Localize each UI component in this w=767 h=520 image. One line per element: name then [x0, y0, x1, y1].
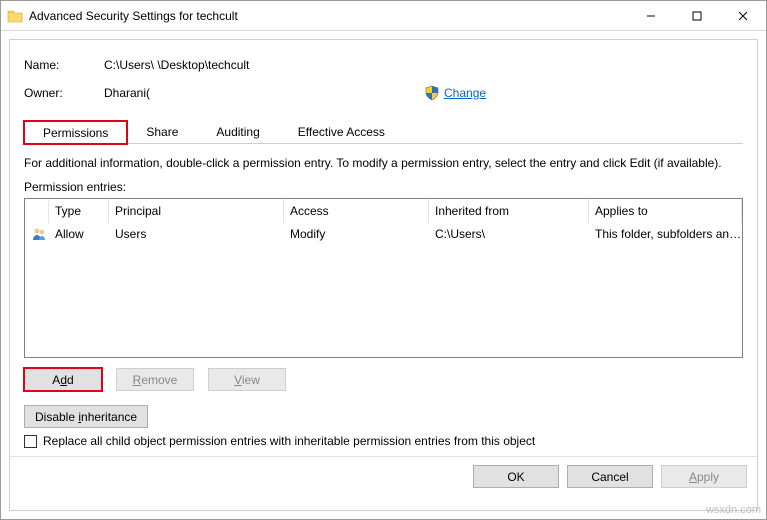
- name-label: Name:: [24, 58, 104, 72]
- window: Advanced Security Settings for techcult …: [0, 0, 767, 520]
- watermark: wsxdn.com: [706, 504, 761, 516]
- col-applies[interactable]: Applies to: [589, 199, 742, 223]
- shield-icon: [424, 85, 440, 101]
- replace-checkbox-row[interactable]: Replace all child object permission entr…: [24, 434, 743, 448]
- replace-checkbox-label: Replace all child object permission entr…: [43, 434, 535, 448]
- col-principal[interactable]: Principal: [109, 199, 284, 223]
- tab-permissions[interactable]: Permissions: [24, 121, 127, 144]
- info-text: For additional information, double-click…: [24, 156, 743, 170]
- tab-share[interactable]: Share: [127, 120, 197, 143]
- add-button[interactable]: Add: [24, 368, 102, 391]
- cell-inherited: C:\Users\: [429, 227, 589, 241]
- disable-inheritance-button[interactable]: Disable inheritance: [24, 405, 148, 428]
- tab-auditing-label: Auditing: [216, 125, 259, 139]
- window-title: Advanced Security Settings for techcult: [29, 9, 628, 23]
- cell-applies: This folder, subfolders and files: [589, 227, 742, 241]
- cancel-button[interactable]: Cancel: [567, 465, 653, 488]
- name-value: C:\Users\ \Desktop\techcult: [104, 58, 249, 72]
- apply-button[interactable]: Apply: [661, 465, 747, 488]
- table-header: Type Principal Access Inherited from App…: [25, 199, 742, 223]
- col-access[interactable]: Access: [284, 199, 429, 223]
- cell-access: Modify: [284, 227, 429, 241]
- folder-icon: [7, 8, 23, 24]
- maximize-button[interactable]: [674, 1, 720, 30]
- col-inherited[interactable]: Inherited from: [429, 199, 589, 223]
- close-button[interactable]: [720, 1, 766, 30]
- owner-label: Owner:: [24, 86, 104, 100]
- cell-type: Allow: [49, 227, 109, 241]
- panel: Name: C:\Users\ \Desktop\techcult Owner:…: [9, 39, 758, 511]
- remove-button[interactable]: Remove: [116, 368, 194, 391]
- disable-inheritance-label: Disable inheritance: [35, 410, 137, 424]
- owner-row: Owner: Dharani( Change: [24, 82, 743, 104]
- ok-button[interactable]: OK: [473, 465, 559, 488]
- dialog-footer: OK Cancel Apply: [10, 456, 757, 496]
- tab-share-label: Share: [146, 125, 178, 139]
- col-type[interactable]: Type: [49, 199, 109, 223]
- tab-auditing[interactable]: Auditing: [197, 120, 278, 143]
- change-owner-link[interactable]: Change: [444, 86, 486, 100]
- tab-permissions-label: Permissions: [43, 126, 108, 140]
- apply-button-label: Apply: [689, 470, 719, 484]
- name-row: Name: C:\Users\ \Desktop\techcult: [24, 54, 743, 76]
- inheritance-row: Disable inheritance: [24, 405, 743, 428]
- remove-button-label: Remove: [133, 373, 178, 387]
- ok-button-label: OK: [507, 470, 524, 484]
- content: Name: C:\Users\ \Desktop\techcult Owner:…: [1, 31, 766, 519]
- owner-value: Dharani(: [104, 86, 424, 100]
- add-button-label: Add: [52, 373, 73, 387]
- tab-effective-label: Effective Access: [298, 125, 385, 139]
- tab-effective-access[interactable]: Effective Access: [279, 120, 404, 143]
- view-button-label: View: [234, 373, 260, 387]
- cancel-button-label: Cancel: [591, 470, 628, 484]
- cell-principal: Users: [109, 227, 284, 241]
- row-buttons: Add Remove View: [24, 368, 743, 391]
- users-icon: [25, 226, 49, 242]
- titlebar: Advanced Security Settings for techcult: [1, 1, 766, 31]
- entries-label: Permission entries:: [24, 180, 743, 194]
- view-button[interactable]: View: [208, 368, 286, 391]
- permission-table[interactable]: Type Principal Access Inherited from App…: [24, 198, 743, 358]
- minimize-button[interactable]: [628, 1, 674, 30]
- table-row[interactable]: Allow Users Modify C:\Users\ This folder…: [25, 223, 742, 245]
- replace-checkbox[interactable]: [24, 435, 37, 448]
- tabs: Permissions Share Auditing Effective Acc…: [24, 120, 743, 144]
